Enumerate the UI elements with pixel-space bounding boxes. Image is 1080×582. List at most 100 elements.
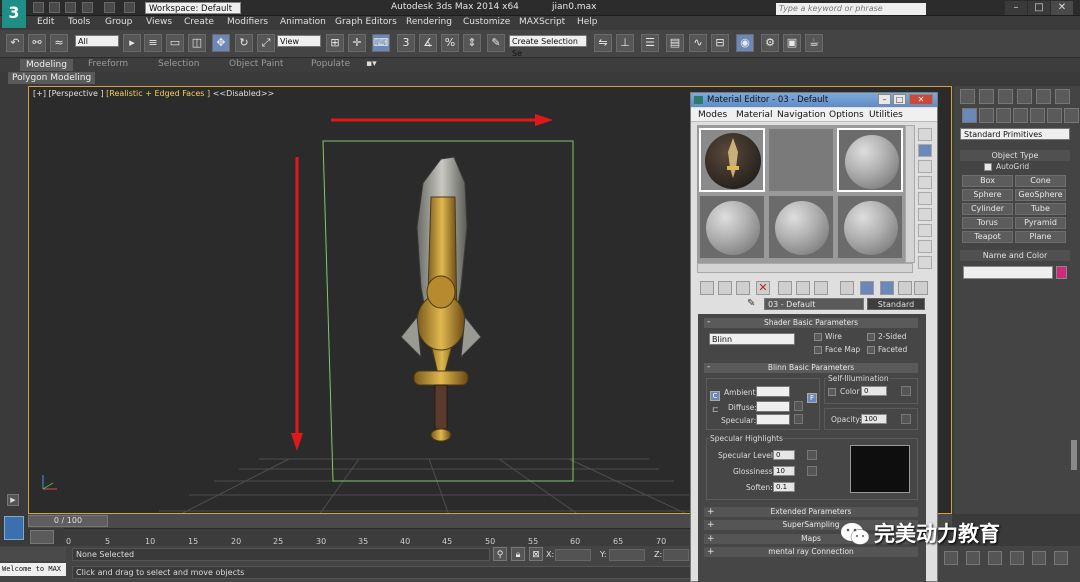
selection-filter-select[interactable]: All [75, 35, 119, 47]
reset-map-icon[interactable]: ✕ [756, 281, 770, 295]
mental-ray-rollout[interactable]: + mental ray Connection [704, 547, 918, 557]
command-panel-scrollbar[interactable] [1071, 440, 1077, 470]
trackbar-toggle-icon[interactable] [30, 530, 54, 544]
project-folder-icon[interactable] [124, 2, 135, 13]
render-production-icon[interactable]: ☕ [805, 34, 823, 52]
scale-icon[interactable]: ⤢ [257, 34, 275, 52]
show-map-in-viewport-icon[interactable] [860, 281, 874, 295]
field-of-view-icon[interactable] [1032, 551, 1046, 565]
sample-slot-3[interactable] [837, 128, 903, 192]
menu-graph-editors[interactable]: Graph Editors [335, 17, 397, 27]
specular-color-swatch[interactable] [756, 414, 790, 425]
create-tab-icon[interactable] [960, 89, 975, 104]
space-warps-icon[interactable] [1047, 108, 1062, 123]
select-manipulate-icon[interactable]: ✛ [348, 34, 366, 52]
rect-region-icon[interactable]: ▭ [166, 34, 184, 52]
systems-icon[interactable] [1064, 108, 1079, 123]
lock-diffuse-specular-icon[interactable]: ⊏ [712, 405, 720, 417]
cameras-icon[interactable] [1013, 108, 1028, 123]
display-tab-icon[interactable] [1036, 89, 1051, 104]
polygon-modeling-label[interactable]: Polygon Modeling [8, 72, 96, 84]
diffuse-color-swatch[interactable] [756, 401, 790, 412]
tube-button[interactable]: Tube [1015, 203, 1066, 215]
glossiness-field[interactable]: 10 [773, 466, 795, 476]
bind-space-warp-icon[interactable]: ≈ [50, 34, 68, 52]
put-to-scene-icon[interactable] [718, 281, 732, 295]
opacity-map-button[interactable] [901, 414, 911, 424]
lights-icon[interactable] [996, 108, 1011, 123]
go-forward-sibling-icon[interactable] [914, 281, 928, 295]
self-illum-color-checkbox[interactable] [828, 388, 836, 396]
slots-vertical-scrollbar[interactable] [905, 125, 915, 263]
minimize-button[interactable]: – [1005, 1, 1027, 15]
absolute-mode-icon[interactable]: ⊠ [529, 547, 543, 561]
render-setup-icon[interactable]: ⚙ [761, 34, 779, 52]
self-illum-map-button[interactable] [901, 386, 911, 396]
tab-populate[interactable]: Populate [311, 59, 350, 69]
save-file-icon[interactable] [65, 2, 76, 13]
mat-menu-modes[interactable]: Modes [698, 110, 727, 120]
sample-slot-1[interactable] [699, 128, 765, 192]
rotate-icon[interactable]: ↻ [235, 34, 253, 52]
torus-button[interactable]: Torus [962, 217, 1013, 229]
material-navigator-icon[interactable] [918, 256, 932, 269]
self-illum-value-field[interactable]: 0 [861, 386, 887, 396]
select-by-material-icon[interactable] [918, 240, 932, 253]
teapot-button[interactable]: Teapot [962, 231, 1013, 243]
angle-snap-icon[interactable]: ∡ [419, 34, 437, 52]
time-slider[interactable]: 0 / 100 [28, 515, 108, 527]
object-type-rollout[interactable]: Object Type [960, 150, 1070, 161]
menu-edit[interactable]: Edit [37, 17, 54, 27]
go-to-parent-icon[interactable] [898, 281, 912, 295]
blinn-basic-rollout[interactable]: - Blinn Basic Parameters [704, 362, 918, 373]
orbit-icon[interactable] [944, 551, 958, 565]
sphere-button[interactable]: Sphere [962, 189, 1013, 201]
mirror-icon[interactable]: ⇋ [594, 34, 612, 52]
select-object-icon[interactable]: ▸ [123, 34, 141, 52]
assign-to-selection-icon[interactable] [736, 281, 750, 295]
menu-help[interactable]: Help [577, 17, 598, 27]
help-search-input[interactable]: Type a keyword or phrase [776, 3, 926, 15]
percent-snap-icon[interactable]: % [441, 34, 459, 52]
menu-animation[interactable]: Animation [280, 17, 326, 27]
object-name-field[interactable] [963, 266, 1053, 279]
menu-modifiers[interactable]: Modifiers [227, 17, 268, 27]
viewport-label[interactable]: [+] [Perspective ] [Realistic + Edged Fa… [33, 89, 274, 98]
viewport-pov-label[interactable]: [+] [Perspective ] [33, 89, 104, 98]
edit-named-sets-icon[interactable]: ✎ [487, 34, 505, 52]
workspace-dropdown[interactable]: Workspace: Default [145, 2, 241, 14]
zoom-all-icon[interactable] [1010, 551, 1024, 565]
video-color-check-icon[interactable] [918, 192, 932, 205]
mat-minimize-button[interactable]: – [878, 94, 891, 105]
menu-views[interactable]: Views [146, 17, 172, 27]
align-icon[interactable]: ⊥ [616, 34, 634, 52]
mat-maximize-button[interactable]: □ [893, 94, 906, 105]
opacity-value-field[interactable]: 100 [861, 414, 887, 424]
sample-type-icon[interactable] [918, 128, 932, 141]
wire-checkbox[interactable] [814, 333, 822, 341]
utilities-tab-icon[interactable] [1055, 89, 1070, 104]
move-icon[interactable]: ✥ [212, 34, 230, 52]
menu-create[interactable]: Create [184, 17, 214, 27]
material-name-field[interactable]: 03 - Default [764, 298, 864, 310]
make-unique-icon[interactable] [796, 281, 810, 295]
extended-parameters-rollout[interactable]: + Extended Parameters [704, 507, 918, 517]
tab-freeform[interactable]: Freeform [88, 59, 128, 69]
layer-manager-icon[interactable]: ☰ [641, 34, 659, 52]
make-copy-icon[interactable] [778, 281, 792, 295]
geosphere-button[interactable]: GeoSphere [1015, 189, 1066, 201]
geometry-icon[interactable] [962, 108, 977, 123]
maximize-viewport-icon[interactable] [1054, 551, 1068, 565]
face-map-checkbox[interactable] [814, 346, 822, 354]
faceted-checkbox[interactable] [867, 346, 875, 354]
backlight-icon[interactable] [918, 144, 932, 157]
helpers-icon[interactable] [1030, 108, 1045, 123]
specular-level-field[interactable]: 0 [773, 450, 795, 460]
specular-map-button[interactable] [794, 414, 803, 424]
modify-tab-icon[interactable] [979, 89, 994, 104]
viewport-shading-label[interactable]: [Realistic + Edged Faces ] [106, 89, 210, 98]
mat-menu-options[interactable]: Options [829, 110, 864, 120]
sample-slot-5[interactable] [768, 195, 834, 259]
ref-coord-select[interactable]: View [277, 35, 321, 47]
cylinder-button[interactable]: Cylinder [962, 203, 1013, 215]
